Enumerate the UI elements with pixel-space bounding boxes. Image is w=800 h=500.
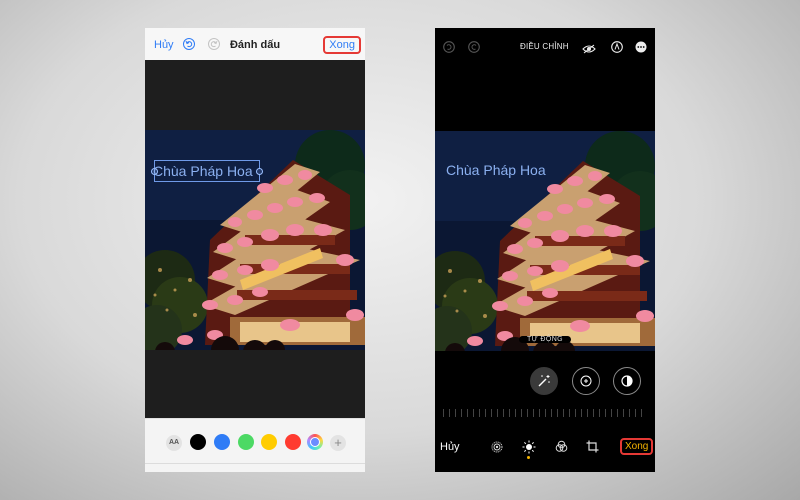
done-button[interactable]: Xong	[323, 36, 361, 54]
divider	[145, 463, 365, 464]
live-photo-icon[interactable]	[491, 440, 503, 458]
color-swatch-red[interactable]	[285, 434, 301, 450]
crop-icon[interactable]	[586, 440, 599, 458]
markup-canvas: Chùa Pháp Hoa	[145, 60, 365, 418]
color-swatch-yellow[interactable]	[261, 434, 277, 450]
markup-screen: Hủy Đánh dấu Xong Chùa Pháp Hoa AA +	[145, 28, 365, 472]
text-annotation: Chùa Pháp Hoa	[446, 162, 546, 178]
adjust-screen: ĐIỀU CHỈNH Chùa Pháp Hoa TỰ ĐỘNG Hủy Xon…	[435, 28, 655, 472]
auto-label-text: TỰ ĐỘNG	[519, 336, 571, 343]
color-swatch-black[interactable]	[190, 434, 206, 450]
cancel-button[interactable]: Hủy	[440, 441, 460, 453]
color-swatch-blue[interactable]	[214, 434, 230, 450]
markup-header: Hủy Đánh dấu Xong	[145, 28, 365, 60]
active-tab-indicator	[527, 456, 530, 459]
magic-wand-icon[interactable]	[530, 367, 558, 395]
contrast-icon[interactable]	[613, 367, 641, 395]
markup-toolbar: AA +	[145, 418, 365, 472]
adjust-slider[interactable]	[443, 409, 647, 417]
eye-icon[interactable]	[582, 41, 596, 59]
color-swatch-green[interactable]	[238, 434, 254, 450]
markup-pen-icon[interactable]	[611, 40, 623, 58]
undo-icon[interactable]	[443, 40, 455, 58]
filters-icon[interactable]	[555, 440, 568, 458]
more-icon[interactable]	[635, 40, 647, 58]
redo-icon[interactable]	[468, 40, 480, 58]
page-title: ĐIỀU CHỈNH	[520, 42, 569, 51]
done-button[interactable]: Xong	[620, 438, 654, 455]
text-annotation[interactable]: Chùa Pháp Hoa	[153, 163, 253, 179]
text-style-button[interactable]: AA	[166, 435, 182, 451]
auto-label: TỰ ĐỘNG	[435, 336, 655, 343]
temple-photo: Chùa Pháp Hoa	[435, 131, 655, 351]
exposure-icon[interactable]	[572, 367, 600, 395]
plus-icon[interactable]: +	[330, 435, 346, 451]
color-wheel-icon[interactable]	[307, 434, 323, 450]
resize-handle-right[interactable]	[256, 168, 263, 175]
temple-photo: Chùa Pháp Hoa	[145, 130, 365, 350]
